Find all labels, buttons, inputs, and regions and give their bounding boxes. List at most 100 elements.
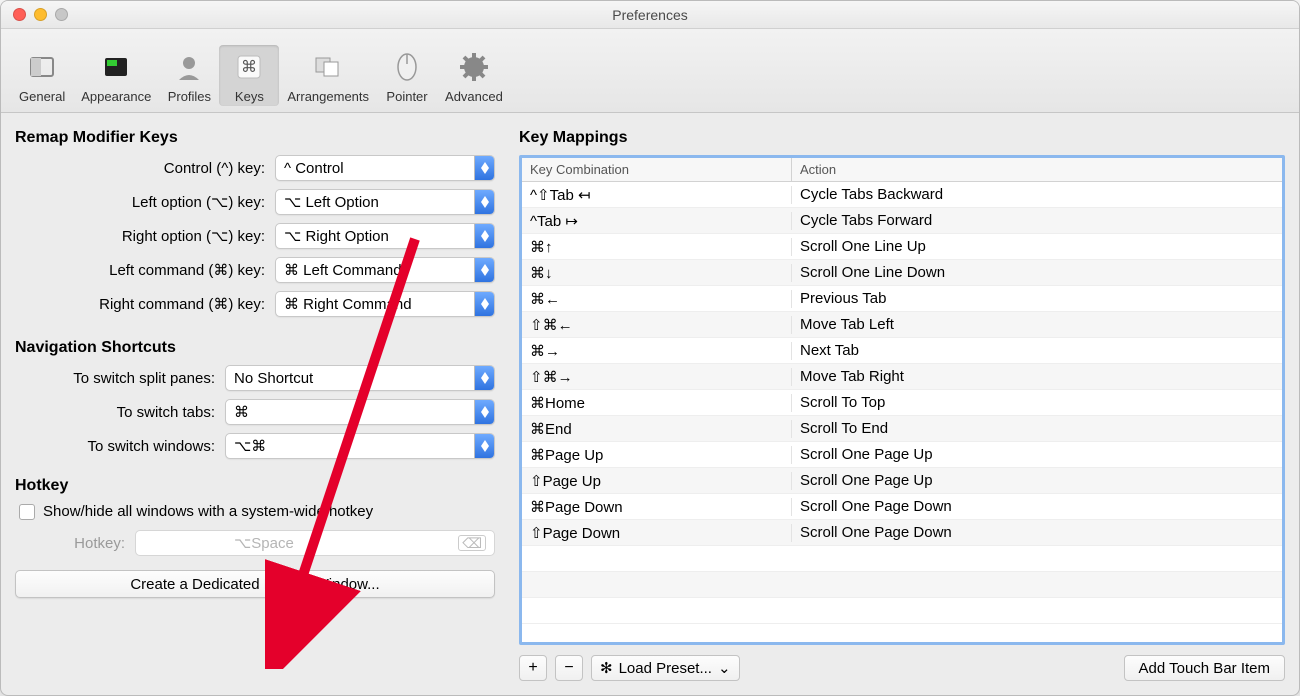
remap-select-0[interactable]: ^ Control: [275, 155, 495, 181]
table-row[interactable]: ^Tab ↦Cycle Tabs Forward: [522, 208, 1282, 234]
table-row[interactable]: ^⇧Tab ↤Cycle Tabs Backward: [522, 182, 1282, 208]
preferences-window: Preferences General Appearance Profiles …: [0, 0, 1300, 696]
column-action[interactable]: Action: [792, 158, 1282, 181]
table-row-empty[interactable]: [522, 598, 1282, 624]
cell-action: Scroll One Page Down: [792, 498, 1282, 515]
toolbar-tab-keys[interactable]: ⌘ Keys: [219, 45, 279, 106]
remap-select-3[interactable]: ⌘ Left Command: [275, 257, 495, 283]
hotkey-input[interactable]: ⌥Space ⌫: [135, 530, 495, 556]
hotkey-checkbox-row[interactable]: Show/hide all windows with a system-wide…: [19, 503, 495, 520]
cell-key: ⇧⌘→: [522, 368, 792, 386]
load-preset-button[interactable]: ✻ Load Preset... ⌄: [591, 655, 740, 681]
cell-action: Scroll One Page Up: [792, 446, 1282, 463]
remove-mapping-button[interactable]: −: [555, 655, 583, 681]
nav-select-0[interactable]: No Shortcut: [225, 365, 495, 391]
toolbar-tab-appearance[interactable]: Appearance: [73, 45, 159, 106]
content-area: Remap Modifier Keys Control (^) key:^ Co…: [1, 113, 1299, 695]
table-row[interactable]: ⇧Page UpScroll One Page Up: [522, 468, 1282, 494]
remap-label: Left command (⌘) key:: [15, 261, 275, 279]
table-footer: + − ✻ Load Preset... ⌄ Add Touch Bar Ite…: [519, 655, 1285, 681]
select-stepper-icon: [474, 224, 494, 248]
traffic-lights: [13, 8, 68, 21]
table-body[interactable]: ^⇧Tab ↤Cycle Tabs Backward^Tab ↦Cycle Ta…: [522, 182, 1282, 642]
hotkey-checkbox[interactable]: [19, 504, 35, 520]
table-row[interactable]: ⌘←Previous Tab: [522, 286, 1282, 312]
table-row-empty[interactable]: [522, 546, 1282, 572]
cell-action: Move Tab Right: [792, 368, 1282, 385]
cell-key: ⌘Page Down: [522, 498, 792, 516]
cell-action: Next Tab: [792, 342, 1282, 359]
select-stepper-icon: [474, 292, 494, 316]
table-row[interactable]: ⌘→Next Tab: [522, 338, 1282, 364]
cell-key: ⌘End: [522, 420, 792, 438]
toolbar-tab-pointer[interactable]: Pointer: [377, 45, 437, 106]
right-pane: Key Mappings Key Combination Action ^⇧Ta…: [519, 129, 1285, 681]
nav-section-title: Navigation Shortcuts: [15, 339, 495, 357]
titlebar[interactable]: Preferences: [1, 1, 1299, 29]
table-row[interactable]: ⌘Page UpScroll One Page Up: [522, 442, 1282, 468]
add-touch-bar-item-button[interactable]: Add Touch Bar Item: [1124, 655, 1285, 681]
remap-select-2[interactable]: ⌥ Right Option: [275, 223, 495, 249]
window-title: Preferences: [612, 7, 687, 23]
cell-key: ⇧⌘←: [522, 316, 792, 334]
left-pane: Remap Modifier Keys Control (^) key:^ Co…: [15, 129, 495, 681]
cell-key: ^⇧Tab ↤: [522, 186, 792, 204]
cell-action: Scroll To Top: [792, 394, 1282, 411]
select-value: No Shortcut: [234, 370, 313, 387]
arrangements-icon: [310, 49, 346, 85]
cell-key: ⌘↓: [522, 264, 792, 282]
toolbar-label: Appearance: [81, 89, 151, 104]
toolbar-tab-advanced[interactable]: Advanced: [437, 45, 511, 106]
remap-label: Right option (⌥) key:: [15, 227, 275, 245]
select-stepper-icon: [474, 190, 494, 214]
clear-hotkey-icon[interactable]: ⌫: [458, 535, 486, 551]
select-value: ⌘ Left Command: [284, 261, 402, 279]
toolbar-tab-general[interactable]: General: [11, 45, 73, 106]
nav-label: To switch tabs:: [15, 404, 225, 421]
select-value: ⌥⌘: [234, 437, 266, 455]
nav-label: To switch split panes:: [15, 370, 225, 387]
add-mapping-button[interactable]: +: [519, 655, 547, 681]
nav-label: To switch windows:: [15, 438, 225, 455]
cell-action: Scroll One Page Down: [792, 524, 1282, 541]
table-row[interactable]: ⇧⌘→Move Tab Right: [522, 364, 1282, 390]
nav-select-2[interactable]: ⌥⌘: [225, 433, 495, 459]
profiles-icon: [171, 49, 207, 85]
cell-key: ⌘←: [522, 290, 792, 308]
select-value: ⌘: [234, 403, 249, 421]
select-stepper-icon: [474, 434, 494, 458]
table-row[interactable]: ⌘HomeScroll To Top: [522, 390, 1282, 416]
table-row-empty[interactable]: [522, 572, 1282, 598]
general-icon: [24, 49, 60, 85]
nav-select-1[interactable]: ⌘: [225, 399, 495, 425]
hotkey-checkbox-label: Show/hide all windows with a system-wide…: [43, 503, 373, 520]
select-stepper-icon: [474, 366, 494, 390]
cell-action: Scroll One Page Up: [792, 472, 1282, 489]
remap-select-1[interactable]: ⌥ Left Option: [275, 189, 495, 215]
appearance-icon: [98, 49, 134, 85]
select-value: ^ Control: [284, 160, 344, 177]
cell-key: ^Tab ↦: [522, 212, 792, 230]
table-row[interactable]: ⌘EndScroll To End: [522, 416, 1282, 442]
remap-select-4[interactable]: ⌘ Right Command: [275, 291, 495, 317]
select-stepper-icon: [474, 258, 494, 282]
table-row[interactable]: ⇧Page DownScroll One Page Down: [522, 520, 1282, 546]
create-dedicated-hotkey-button[interactable]: Create a Dedicated Hotkey Window...: [15, 570, 495, 598]
touchbar-label: Add Touch Bar Item: [1139, 660, 1270, 677]
zoom-window-button[interactable]: [55, 8, 68, 21]
table-row[interactable]: ⌘↓Scroll One Line Down: [522, 260, 1282, 286]
key-mappings-table[interactable]: Key Combination Action ^⇧Tab ↤Cycle Tabs…: [519, 155, 1285, 645]
close-window-button[interactable]: [13, 8, 26, 21]
minimize-window-button[interactable]: [34, 8, 47, 21]
select-value: ⌘ Right Command: [284, 295, 412, 313]
hotkey-label: Hotkey:: [15, 535, 135, 552]
toolbar-tab-profiles[interactable]: Profiles: [159, 45, 219, 106]
table-row[interactable]: ⌘Page DownScroll One Page Down: [522, 494, 1282, 520]
cell-action: Scroll One Line Down: [792, 264, 1282, 281]
column-key-combination[interactable]: Key Combination: [522, 158, 792, 181]
toolbar-tab-arrangements[interactable]: Arrangements: [279, 45, 377, 106]
toolbar-label: Arrangements: [287, 89, 369, 104]
table-row[interactable]: ⌘↑Scroll One Line Up: [522, 234, 1282, 260]
gear-icon: ✻: [600, 659, 613, 677]
table-row[interactable]: ⇧⌘←Move Tab Left: [522, 312, 1282, 338]
